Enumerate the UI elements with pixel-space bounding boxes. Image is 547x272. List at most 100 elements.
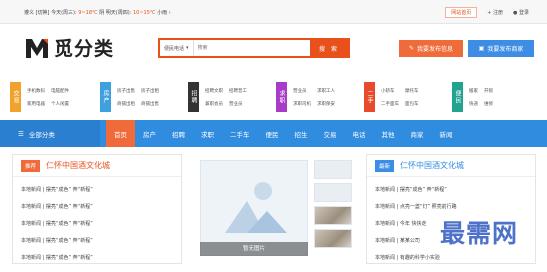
category-link[interactable]: 房子出售 [117,88,135,94]
category-badge[interactable]: 便民 [452,82,463,112]
category-badge[interactable]: 招聘 [188,82,199,112]
search-bar: 便民电话 ▾ 搜 索 [158,38,350,58]
weather-suffix[interactable]: 小雨 › [157,10,171,16]
weather-prefix: 遵义 [切换] 今天(周三): [24,10,77,16]
nav-item-enroll[interactable]: 招生 [287,120,316,147]
category-link[interactable]: 房子出租 [141,88,159,94]
nav-item-other[interactable]: 其他 [374,120,403,147]
recommend-tag: 推荐 [21,159,41,172]
category-group-house: 房产 房子出售 房子出租 商铺出租 商铺出售 [100,78,159,116]
watermark-logo: 最需网 [440,219,519,248]
news-item[interactable]: 本地新闻 | 摆亮“成色” 奔“新程” [21,199,173,216]
category-link[interactable]: 摩托车 [405,88,419,94]
search-button[interactable]: 搜 索 [310,40,348,56]
logo-name: 觅分类 [54,38,115,60]
top-bar: 遵义 [切换] 今天(周三): 9~18℃ 阴 明天(周四): 10~15℃ 小… [0,0,547,24]
search-input[interactable] [193,40,310,56]
edit-icon: ✎ [408,45,414,52]
thumbnail-list [314,160,352,252]
panel-header: 最新 仁怀中国酒文化城 [367,155,535,177]
news-item[interactable]: 本地新闻 | 摆亮“成色” 奔“新程” [21,250,173,267]
category-link[interactable]: 个人闲置 [51,101,69,107]
nav-item-jobseek[interactable]: 求职 [193,120,222,147]
nav-item-shops[interactable]: 商家 [403,120,432,147]
category-link[interactable]: 小轿车 [381,88,399,94]
logo-mark-icon [26,38,48,58]
panel-title[interactable]: 仁怀中国酒文化城 [400,160,464,171]
category-link[interactable]: 面包车 [405,101,419,107]
post-info-button[interactable]: ✎ 我要发布信息 [399,40,463,57]
category-link[interactable]: 手机数码 [27,88,45,94]
category-link[interactable]: 家用电器 [27,101,45,107]
nav-item-house[interactable]: 房产 [135,120,164,147]
weather-today-temp: 9~18℃ [78,10,98,16]
category-link[interactable]: 维修 [484,101,493,107]
all-categories-button[interactable]: ☰ 全部分类 [0,120,100,147]
category-badge[interactable]: 房产 [100,82,111,112]
latest-tag: 最新 [375,159,395,172]
register-link[interactable]: + 注册 [487,9,503,16]
search-category-label: 便民电话 [164,45,185,52]
category-link[interactable]: 招聘普工 [229,88,247,94]
search-category-select[interactable]: 便民电话 ▾ [160,40,194,56]
weather-tomorrow-temp: 10~15℃ [133,10,156,16]
post-shop-button[interactable]: ▣ 我要发布商家 [468,40,534,57]
category-link[interactable]: 二手面车 [381,101,399,107]
category-group-service: 便民 搬家 开锁 快递 维修 [452,78,493,116]
category-badge[interactable]: 二手 [364,82,375,112]
nav-item-phone[interactable]: 电话 [345,120,374,147]
thumbnail[interactable] [314,183,352,202]
register-label: 注册 [493,10,504,16]
news-list: 本地新闻 | 摆亮“成色” 奔“新程” 本地新闻 | 摆亮“成色” 奔“新程” … [13,177,181,272]
nav-items: 首页 房产 招聘 求职 二手车 便民 招生 交易 电话 其他 商家 新闻 [106,120,461,147]
login-label: 登录 [518,10,529,16]
category-link[interactable]: 开锁 [484,88,493,94]
nav-item-recruit[interactable]: 招聘 [164,120,193,147]
category-link[interactable]: 招聘文职 [205,88,223,94]
nav-item-usedcar[interactable]: 二手车 [222,120,258,147]
category-grid: 交易 手机数码 电脑配件 家用电器 个人闲置 房产 房子出售 房子出租 商铺出租… [8,78,539,116]
category-link[interactable]: 求职工人 [317,88,335,94]
all-categories-label: 全部分类 [28,130,55,139]
nav-item-service[interactable]: 便民 [258,120,287,147]
category-link[interactable]: 营业员 [229,101,247,107]
news-item[interactable]: 本地新闻 | 摆亮“成色” 奔“新程” [375,182,527,199]
nav-item-trade[interactable]: 交易 [316,120,345,147]
top-links: 网站首页 + 注册 ● 登录 [445,7,529,18]
news-item[interactable]: 本地新闻 | 摆亮“成色” 奔“新程” [21,182,173,199]
chevron-down-icon: ▾ [186,45,189,51]
category-link[interactable]: 营业员 [293,88,311,94]
image-panel: 暂无图片 [190,154,358,264]
login-link[interactable]: ● 登录 [513,9,529,16]
weather-mid: 阴 明天(周四): [99,10,132,16]
category-group-trade: 交易 手机数码 电脑配件 家用电器 个人闲置 [10,78,69,116]
menu-icon: ☰ [18,129,24,138]
main-nav: ☰ 全部分类 首页 房产 招聘 求职 二手车 便民 招生 交易 电话 其他 商家… [0,120,547,147]
nav-item-news[interactable]: 新闻 [432,120,461,147]
image-caption: 暂无图片 [200,242,308,256]
category-badge[interactable]: 交易 [10,82,21,112]
thumbnail[interactable] [314,160,352,179]
category-link[interactable]: 快递 [469,101,478,107]
home-link[interactable]: 网站首页 [445,7,478,18]
category-group-jobseek: 求职 营业员 求职工人 求职司机 求职保安 [276,78,335,116]
category-link[interactable]: 求职保安 [317,101,335,107]
category-link[interactable]: 电脑配件 [51,88,69,94]
category-link[interactable]: 求职司机 [293,101,311,107]
category-link[interactable]: 兼职会员 [205,101,223,107]
news-item[interactable]: 本地新闻 | 摆亮“成色” 奔“新程” [21,216,173,233]
panel-header: 推荐 仁怀中国酒文化城 [13,155,181,177]
plus-icon: + [487,10,492,16]
thumbnail[interactable] [314,206,352,225]
thumbnail[interactable] [314,229,352,248]
news-item[interactable]: 本地新闻 | 摆亮“成色” 奔“新程” [21,233,173,250]
nav-item-home[interactable]: 首页 [106,120,135,147]
panel-title[interactable]: 仁怀中国酒文化城 [46,160,110,171]
category-link[interactable]: 搬家 [469,88,478,94]
category-link[interactable]: 商铺出售 [141,101,159,107]
category-link[interactable]: 商铺出租 [117,101,135,107]
logo[interactable]: 觅分类 [24,34,114,61]
shop-icon: ▣ [478,45,485,52]
news-item[interactable]: 本地新闻 | 有趣的科学小实验 [375,250,527,267]
category-badge[interactable]: 求职 [276,82,287,112]
